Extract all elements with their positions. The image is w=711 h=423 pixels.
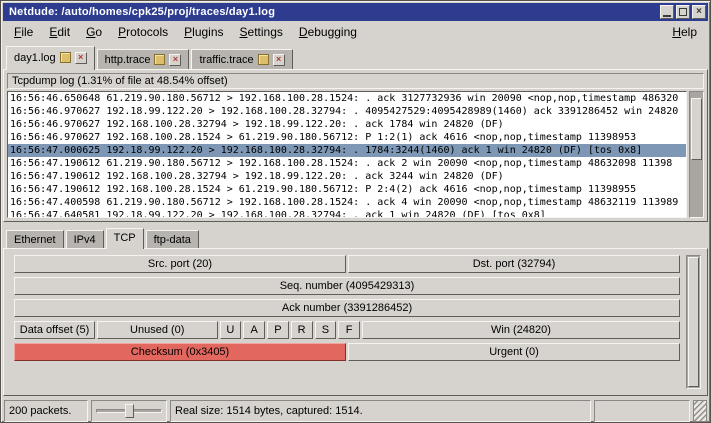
tcp-header-fields: Src. port (20) Dst. port (32794) Seq. nu… (14, 255, 680, 389)
log-header-label: Tcpdump log (1.31% of file at 48.54% off… (7, 73, 704, 89)
protocol-tabs: Ethernet IPv4 TCP ftp-data (3, 227, 708, 248)
close-button[interactable]: × (692, 5, 706, 19)
packet-list-scrollbar[interactable] (689, 91, 704, 218)
minimize-icon (663, 15, 671, 17)
trace-page: Tcpdump log (1.31% of file at 48.54% off… (3, 69, 708, 222)
progress-slider[interactable] (91, 400, 167, 422)
close-icon: × (696, 7, 702, 17)
modified-indicator-icon (154, 54, 165, 65)
tab-label: IPv4 (74, 234, 96, 246)
tab-label: Ethernet (14, 234, 56, 246)
tcp-seq-number-field[interactable]: Seq. number (4095429313) (14, 277, 680, 295)
tab-day1-log[interactable]: day1.log × (6, 46, 95, 70)
menu-file[interactable]: File (6, 22, 41, 42)
tcp-row-checksum: Checksum (0x3405) Urgent (0) (14, 343, 680, 361)
tcp-flag-fin-field[interactable]: F (338, 321, 360, 339)
tcp-unused-field[interactable]: Unused (0) (97, 321, 218, 339)
titlebar[interactable]: Netdude: /auto/homes/cpk25/proj/traces/d… (3, 3, 708, 21)
menu-help[interactable]: Help (664, 22, 705, 42)
tab-label: traffic.trace (199, 54, 253, 66)
tcp-flag-ack-field[interactable]: A (243, 321, 265, 339)
packet-row[interactable]: 16:56:46.970627 192.168.100.28.32794 > 1… (8, 118, 686, 131)
tcp-row-flags: Data offset (5) Unused (0) U A P R S F W… (14, 321, 680, 339)
tcp-checksum-field[interactable]: Checksum (0x3405) (14, 343, 346, 361)
scrollbar-thumb[interactable] (688, 257, 699, 387)
tcp-flag-psh-field[interactable]: P (267, 321, 289, 339)
tcp-flag-rst-field[interactable]: R (291, 321, 313, 339)
slider-thumb[interactable] (125, 404, 134, 418)
tcp-ack-number-field[interactable]: Ack number (3391286452) (14, 299, 680, 317)
packet-row[interactable]: 16:56:46.650648 61.219.90.180.56712 > 19… (8, 92, 686, 105)
close-icon: × (276, 55, 281, 64)
packet-area: 16:56:46.650648 61.219.90.180.56712 > 19… (7, 91, 704, 218)
tab-close-button[interactable]: × (169, 54, 181, 66)
menu-plugins[interactable]: Plugins (176, 22, 231, 42)
tab-close-button[interactable]: × (75, 52, 87, 64)
maximize-icon (679, 8, 687, 16)
maximize-button[interactable] (676, 5, 690, 19)
tab-ethernet[interactable]: Ethernet (6, 230, 64, 248)
resize-grip[interactable] (693, 400, 707, 422)
tcp-row-seq: Seq. number (4095429313) (14, 277, 680, 295)
close-icon: × (173, 55, 178, 64)
tcp-header-page: Src. port (20) Dst. port (32794) Seq. nu… (3, 248, 708, 396)
tab-label: ftp-data (154, 234, 191, 246)
tab-tcp[interactable]: TCP (106, 228, 144, 249)
packet-row[interactable]: 16:56:47.190612 61.219.90.180.56712 > 19… (8, 157, 686, 170)
packet-row[interactable]: 16:56:47.190612 192.168.100.28.1524 > 61… (8, 183, 686, 196)
modified-indicator-icon (258, 54, 269, 65)
packet-row[interactable]: 16:56:47.640581 192.18.99.122.20 > 192.1… (8, 209, 686, 218)
packet-row-selected[interactable]: 16:56:47.000625 192.18.99.122.20 > 192.1… (8, 144, 686, 157)
tcp-dst-port-field[interactable]: Dst. port (32794) (348, 255, 680, 273)
tab-label: TCP (114, 232, 136, 244)
tab-ipv4[interactable]: IPv4 (66, 230, 104, 248)
tab-traffic-trace[interactable]: traffic.trace × (191, 49, 292, 69)
tcp-flag-syn-field[interactable]: S (315, 321, 337, 339)
menubar: File Edit Go Protocols Plugins Settings … (3, 21, 708, 43)
statusbar-extra (594, 400, 690, 422)
menu-debugging[interactable]: Debugging (291, 22, 365, 42)
tcp-src-port-field[interactable]: Src. port (20) (14, 255, 346, 273)
menu-protocols[interactable]: Protocols (110, 22, 176, 42)
packet-row[interactable]: 16:56:47.190612 192.168.100.28.32794 > 1… (8, 170, 686, 183)
tab-http-trace[interactable]: http.trace × (97, 49, 190, 69)
packet-size-info: Real size: 1514 bytes, captured: 1514. (170, 400, 591, 422)
minimize-button[interactable] (660, 5, 674, 19)
tab-label: http.trace (105, 54, 151, 66)
netdude-window: Netdude: /auto/homes/cpk25/proj/traces/d… (0, 0, 711, 423)
menu-edit[interactable]: Edit (41, 22, 78, 42)
tcp-flag-urg-field[interactable]: U (220, 321, 242, 339)
tab-close-button[interactable]: × (273, 54, 285, 66)
menu-settings[interactable]: Settings (232, 22, 291, 42)
packet-row[interactable]: 16:56:47.400598 61.219.90.180.56712 > 19… (8, 196, 686, 209)
tcp-row-ack: Ack number (3391286452) (14, 299, 680, 317)
tcp-row-ports: Src. port (20) Dst. port (32794) (14, 255, 680, 273)
packet-count-label: 200 packets. (4, 400, 88, 422)
packet-list: 16:56:46.650648 61.219.90.180.56712 > 19… (7, 91, 687, 218)
protocol-pane-scrollbar[interactable] (686, 255, 701, 389)
tcp-urgent-field[interactable]: Urgent (0) (348, 343, 680, 361)
tab-ftp-data[interactable]: ftp-data (146, 230, 199, 248)
tcp-data-offset-field[interactable]: Data offset (5) (14, 321, 95, 339)
menu-go[interactable]: Go (78, 22, 110, 42)
tcp-win-field[interactable]: Win (24820) (362, 321, 680, 339)
packet-row[interactable]: 16:56:46.970627 192.18.99.122.20 > 192.1… (8, 105, 686, 118)
trace-tabs: day1.log × http.trace × traffic.trace × (3, 45, 708, 69)
statusbar: 200 packets. Real size: 1514 bytes, capt… (3, 400, 708, 422)
tab-label: day1.log (14, 52, 56, 64)
close-icon: × (78, 53, 83, 62)
window-title: Netdude: /auto/homes/cpk25/proj/traces/d… (9, 6, 658, 18)
modified-indicator-icon (60, 52, 71, 63)
packet-row[interactable]: 16:56:46.970627 192.168.100.28.1524 > 61… (8, 131, 686, 144)
scrollbar-thumb[interactable] (691, 98, 702, 160)
